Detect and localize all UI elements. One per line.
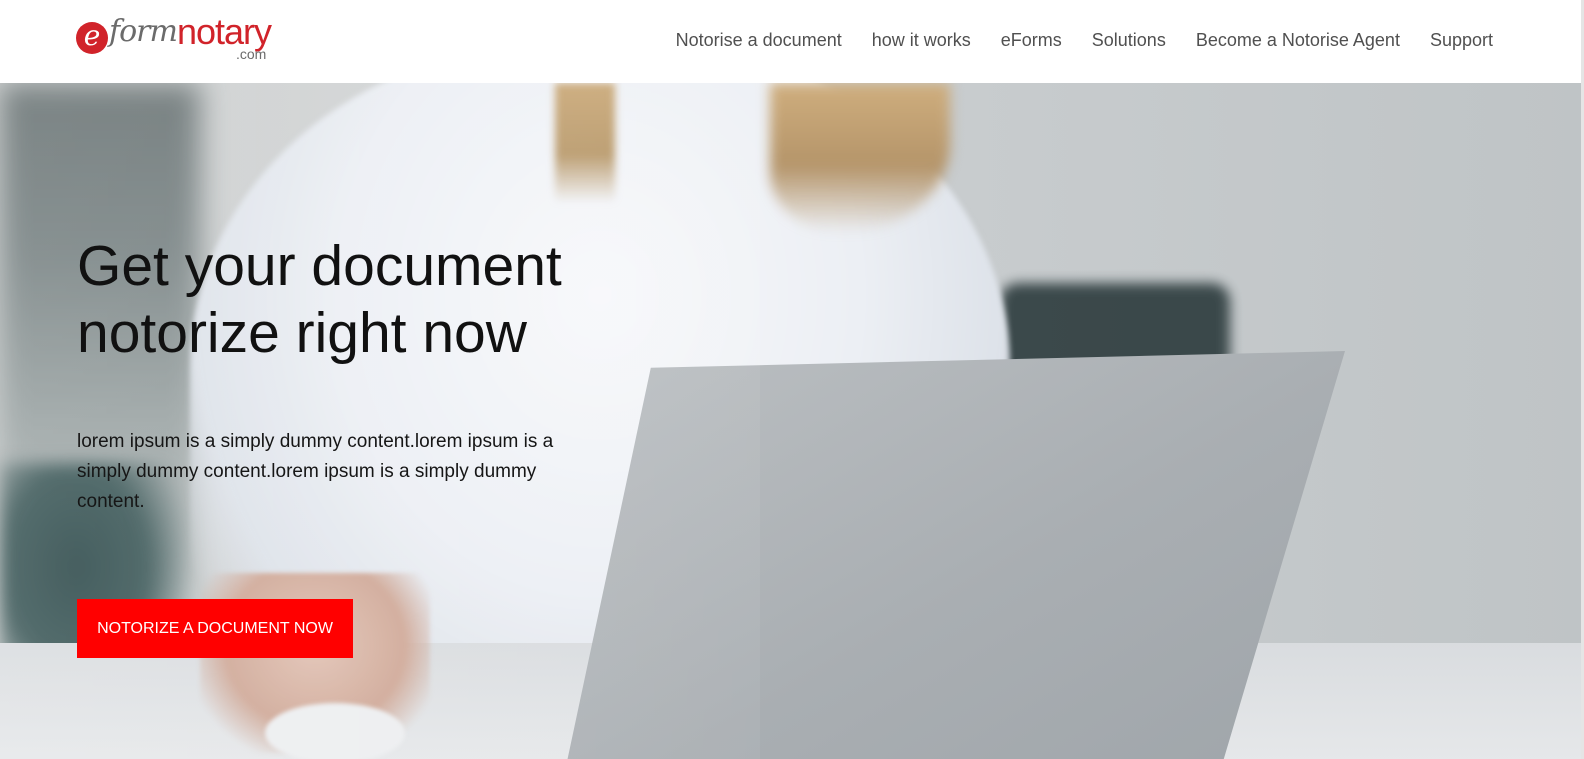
hero-section: Get your document notorize right now lor… [0, 83, 1584, 759]
site-header: e form notary .com Notorise a document h… [0, 0, 1584, 83]
main-nav: Notorise a document how it works eForms … [676, 0, 1493, 83]
nav-link-solutions[interactable]: Solutions [1092, 30, 1166, 53]
nav-link-notorise-document[interactable]: Notorise a document [676, 30, 842, 53]
hero-content: Get your document notorize right now lor… [77, 233, 637, 517]
hero-description: lorem ipsum is a simply dummy content.lo… [77, 431, 554, 512]
site-logo[interactable]: e form notary .com [76, 10, 298, 66]
hero-title-line-2: notorize right now [77, 301, 527, 365]
nav-link-how-it-works[interactable]: how it works [872, 30, 971, 53]
nav-link-support[interactable]: Support [1430, 30, 1493, 53]
nav-link-eforms[interactable]: eForms [1001, 30, 1062, 53]
nav-link-become-agent[interactable]: Become a Notorise Agent [1196, 30, 1400, 53]
logo-wordmark-form: form [109, 14, 178, 49]
hero-title: Get your document notorize right now [77, 233, 637, 367]
notorize-document-button[interactable]: NOTORIZE A DOCUMENT NOW [77, 599, 353, 658]
logo-wordmark-com: .com [236, 46, 267, 62]
hero-title-line-1: Get your document [77, 234, 562, 298]
logo-mark: e [76, 22, 108, 54]
